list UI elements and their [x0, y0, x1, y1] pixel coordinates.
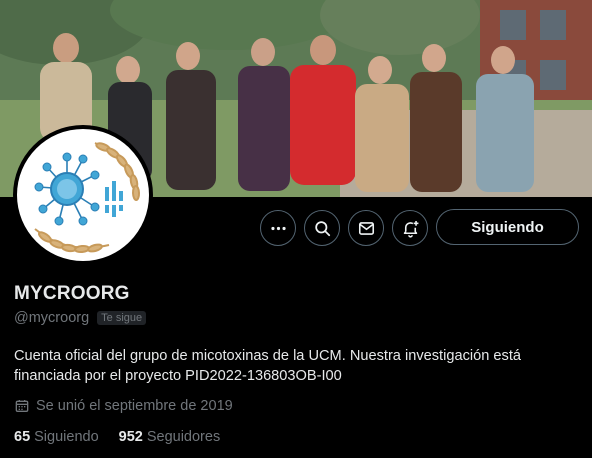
- more-button[interactable]: [260, 210, 296, 246]
- follows-you-badge: Te sigue: [97, 311, 147, 325]
- message-button[interactable]: [348, 210, 384, 246]
- search-button[interactable]: [304, 210, 340, 246]
- display-name: MYCROORG: [14, 283, 130, 304]
- joined-text: Se unió el septiembre de 2019: [36, 398, 233, 414]
- following-stat[interactable]: 65 Siguiendo: [14, 429, 99, 445]
- followers-stat[interactable]: 952 Seguidores: [119, 429, 221, 445]
- followers-label: Seguidores: [146, 429, 221, 445]
- more-horizontal-icon: [270, 226, 286, 230]
- envelope-icon: [358, 221, 374, 235]
- profile-page: Siguiendo MYCROORG @mycroorg Te sigue Cu…: [0, 0, 592, 458]
- handle-row: @mycroorg Te sigue: [14, 310, 147, 326]
- notify-button[interactable]: [392, 210, 428, 246]
- follow-stats: 65 Siguiendo 952 Seguidores: [14, 429, 240, 445]
- bell-plus-icon: [403, 220, 418, 238]
- profile-avatar[interactable]: [13, 125, 153, 265]
- calendar-icon: [15, 400, 29, 412]
- bio: Cuenta oficial del grupo de micotoxinas …: [14, 346, 579, 386]
- joined-date: Se unió el septiembre de 2019: [14, 398, 233, 414]
- following-button[interactable]: Siguiendo: [436, 209, 579, 245]
- search-icon: [314, 220, 330, 236]
- bio-line-1: Cuenta oficial del grupo de micotoxinas …: [14, 348, 521, 364]
- handle: @mycroorg: [14, 310, 90, 326]
- bio-line-2: financiada por el proyecto PID2022-13680…: [14, 368, 342, 384]
- followers-count: 952: [118, 429, 143, 445]
- following-label: Siguiendo: [34, 429, 99, 445]
- mycroorg-logo: [17, 129, 149, 261]
- following-count: 65: [14, 429, 31, 445]
